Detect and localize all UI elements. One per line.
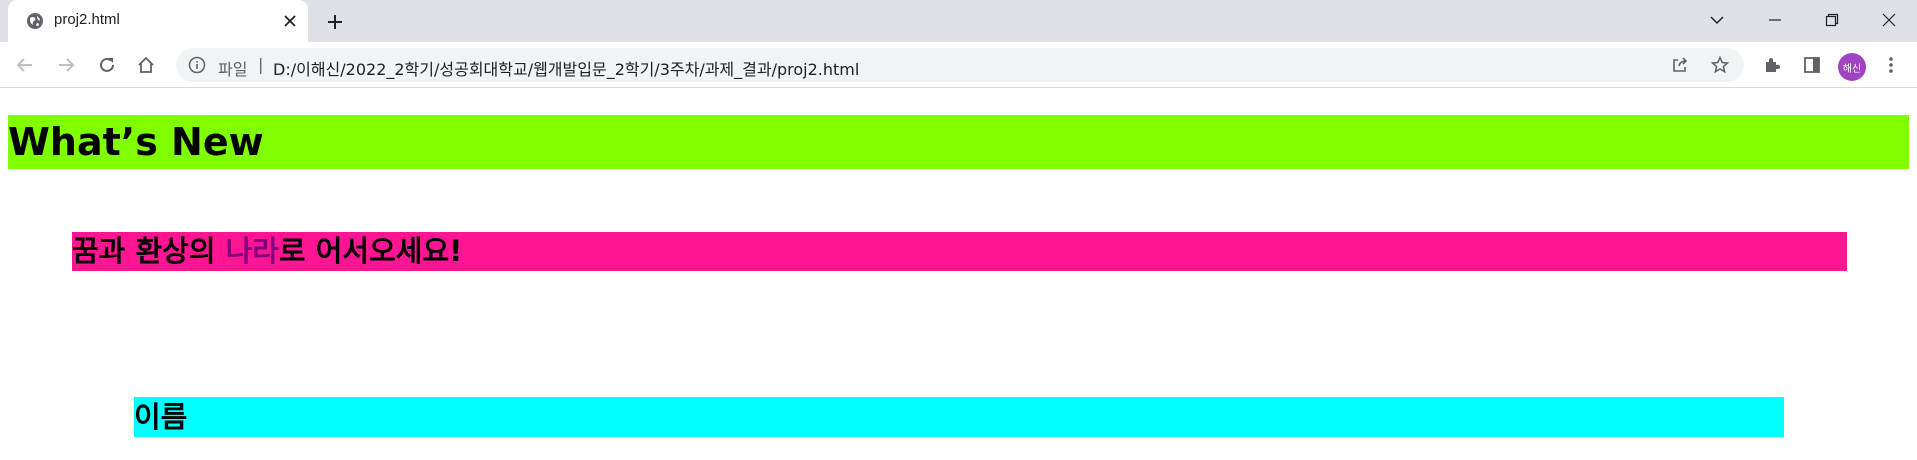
share-icon[interactable] bbox=[1670, 55, 1690, 75]
side-panel-icon bbox=[1804, 57, 1820, 73]
minimize-icon bbox=[1769, 19, 1781, 21]
forward-button[interactable] bbox=[51, 50, 81, 80]
home-button[interactable] bbox=[131, 50, 161, 80]
arrow-left-icon bbox=[16, 58, 32, 72]
profile-avatar[interactable]: 해신 bbox=[1838, 53, 1866, 81]
reload-button[interactable] bbox=[92, 50, 122, 80]
address-bar[interactable]: 파일 | D:/이해신/2022_2학기/성공회대학교/웹개발입문_2학기/3주… bbox=[176, 48, 1744, 82]
kebab-menu-icon bbox=[1889, 57, 1893, 73]
tab-title: proj2.html bbox=[54, 11, 120, 28]
minimize-button[interactable] bbox=[1748, 0, 1802, 40]
new-tab-button[interactable] bbox=[322, 9, 348, 35]
url-text[interactable]: D:/이해신/2022_2학기/성공회대학교/웹개발입문_2학기/3주차/과제_… bbox=[273, 56, 859, 80]
globe-icon bbox=[26, 12, 44, 30]
close-icon bbox=[1882, 13, 1896, 27]
close-tab-icon[interactable] bbox=[280, 11, 300, 31]
plus-icon bbox=[328, 15, 342, 29]
welcome-highlight: 나라 bbox=[225, 234, 279, 268]
star-icon[interactable] bbox=[1710, 55, 1730, 75]
extensions-button[interactable] bbox=[1757, 50, 1787, 80]
side-panel-button[interactable] bbox=[1797, 50, 1827, 80]
browser-tab[interactable]: proj2.html bbox=[8, 0, 308, 42]
scheme-label: 파일 bbox=[218, 60, 248, 79]
browser-toolbar: 파일 | D:/이해신/2022_2학기/성공회대학교/웹개발입문_2학기/3주… bbox=[0, 42, 1917, 88]
heading-name: 이름 bbox=[134, 397, 1784, 437]
tab-strip: proj2.html bbox=[0, 0, 1917, 42]
tab-search-button[interactable] bbox=[1690, 0, 1744, 40]
arrow-right-icon bbox=[59, 58, 75, 72]
close-window-button[interactable] bbox=[1862, 0, 1916, 40]
home-icon bbox=[138, 56, 154, 73]
browser-menu-button[interactable] bbox=[1876, 50, 1906, 80]
heading-welcome: 꿈과 환상의 나라로 어서오세요! bbox=[72, 232, 1847, 271]
restore-button[interactable] bbox=[1805, 0, 1859, 40]
scheme-separator: | bbox=[258, 55, 264, 74]
chevron-down-icon bbox=[1710, 16, 1724, 25]
reload-icon bbox=[100, 57, 114, 72]
back-button[interactable] bbox=[10, 50, 40, 80]
heading-whats-new: What’s New bbox=[8, 115, 1909, 169]
puzzle-icon bbox=[1766, 58, 1780, 72]
welcome-text-before: 꿈과 환상의 bbox=[72, 234, 226, 268]
info-icon[interactable] bbox=[188, 56, 206, 74]
page-content: What’s New 꿈과 환상의 나라로 어서오세요! 이름 bbox=[0, 88, 1917, 459]
restore-icon bbox=[1825, 13, 1839, 27]
welcome-text-after: 로 어서오세요! bbox=[278, 234, 463, 268]
